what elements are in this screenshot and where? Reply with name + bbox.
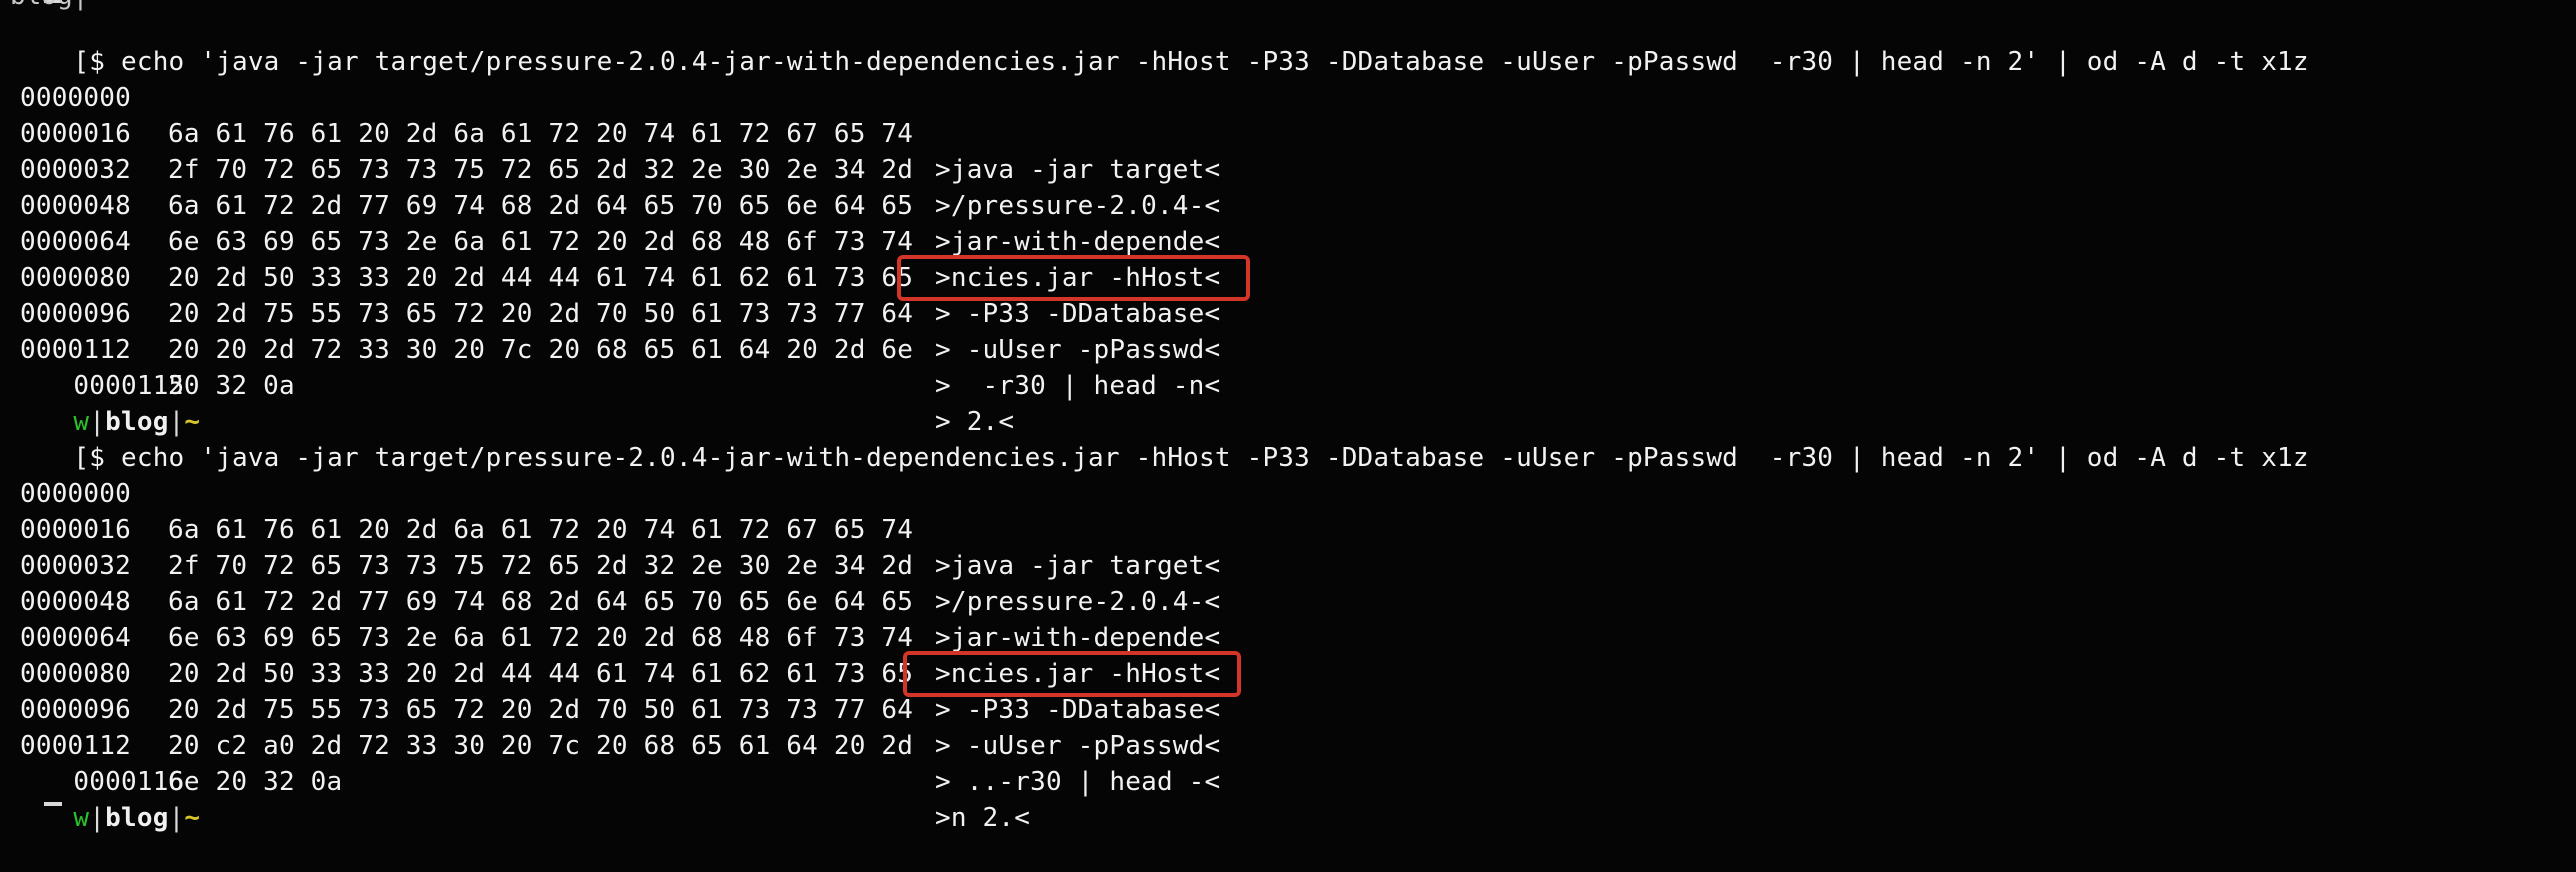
dump-end-offset: 0000115	[73, 371, 185, 401]
command-line-2: [$ echo 'java -jar target/pressure-2.0.4…	[10, 404, 2309, 473]
dump-hex: 20 2d 75 55 73 65 72 20 2d 70 50 61 73 7…	[168, 299, 914, 329]
dump-hex: 6a 61 72 2d 77 69 74 68 2d 64 65 70 65 6…	[168, 191, 914, 221]
shell-prompt: w|blog|~	[10, 368, 200, 437]
dump-row-highlighted: 0000096 20 c2 a0 2d 72 33 30 20 7c 20 68…	[10, 656, 1220, 797]
dump-ascii: > -r30 | head -n<	[935, 371, 1221, 401]
prompt-symbol: [$	[73, 443, 106, 473]
dump-row: 0000048 6e 63 69 65 73 2e 6a 61 72 20 2d…	[10, 548, 1220, 689]
dump-ascii: > -P33 -DDatabase<	[935, 299, 1221, 329]
command-text: echo 'java -jar target/pressure-2.0.4-ja…	[121, 47, 2309, 77]
dump-row: 0000112 6e 20 32 0a >n 2.<	[10, 692, 1030, 833]
highlight-box-first	[897, 255, 1250, 301]
prompt-user: w	[73, 803, 90, 833]
dump-row: 0000032 6a 61 72 2d 77 69 74 68 2d 64 65…	[10, 512, 1220, 653]
dump-hex: 20 20 2d 72 33 30 20 7c 20 68 65 61 64 2…	[168, 335, 914, 365]
dump-ascii: >java -jar target<	[935, 551, 1221, 581]
highlight-box-second	[903, 651, 1241, 697]
dump-ascii: >java -jar target<	[935, 155, 1221, 185]
dump-row: 0000032 6a 61 72 2d 77 69 74 68 2d 64 65…	[10, 116, 1220, 257]
prompt-tilde: ~	[184, 803, 201, 833]
dump-ascii: >/pressure-2.0.4-<	[935, 587, 1221, 617]
dump-ascii: > ..-r30 | head -<	[935, 767, 1221, 797]
dump-hex: 2f 70 72 65 73 73 75 72 65 2d 32 2e 30 2…	[168, 155, 914, 185]
dump-row: 0000000 6a 61 76 61 20 2d 6a 61 72 20 74…	[10, 440, 1220, 581]
prompt-symbol: [$	[73, 47, 106, 77]
dump-row: 0000000 6a 61 76 61 20 2d 6a 61 72 20 74…	[10, 44, 1220, 185]
dump-row: 0000080 20 2d 75 55 73 65 72 20 2d 70 50…	[10, 224, 1220, 365]
dump-row: 0000112 20 32 0a > 2.<	[10, 296, 1014, 437]
dump-row: 0000016 2f 70 72 65 73 73 75 72 65 2d 32…	[10, 80, 1220, 221]
dump-hex: 6e 63 69 65 73 2e 6a 61 72 20 2d 68 48 6…	[168, 227, 914, 257]
shell-prompt[interactable]: w|blog|~	[10, 764, 200, 833]
dump-row: 0000064 20 2d 50 33 33 20 2d 44 44 61 74…	[10, 584, 1220, 725]
dump-hex: 6e 63 69 65 73 2e 6a 61 72 20 2d 68 48 6…	[168, 623, 914, 653]
dump-ascii: >n 2.<	[935, 803, 1031, 833]
terminal-cursor	[44, 802, 62, 806]
prompt-separator: |	[168, 803, 185, 833]
dump-row: 0000016 2f 70 72 65 73 73 75 72 65 2d 32…	[10, 476, 1220, 617]
dump-hex: 20 2d 75 55 73 65 72 20 2d 70 50 61 73 7…	[168, 695, 914, 725]
dump-hex: 20 2d 50 33 33 20 2d 44 44 61 74 61 62 6…	[168, 263, 914, 293]
prompt-dir: blog	[105, 803, 169, 833]
dump-ascii: > -uUser -pPasswd<	[935, 731, 1221, 761]
dump-hex: 2f 70 72 65 73 73 75 72 65 2d 32 2e 30 2…	[168, 551, 914, 581]
dump-hex: 6a 61 76 61 20 2d 6a 61 72 20 74 61 72 6…	[168, 515, 914, 545]
dump-hex: 20 2d 50 33 33 20 2d 44 44 61 74 61 62 6…	[168, 659, 914, 689]
dump-row-highlighted: 0000096 20 20 2d 72 33 30 20 7c 20 68 65…	[10, 260, 1220, 401]
command-line-1: [$ echo 'java -jar target/pressure-2.0.4…	[10, 8, 2309, 77]
dump-hex: 6a 61 76 61 20 2d 6a 61 72 20 74 61 72 6…	[168, 119, 914, 149]
prompt-separator: |	[89, 803, 106, 833]
dump-ascii: > -P33 -DDatabase<	[935, 695, 1221, 725]
dump-end-offset: 0000116	[73, 767, 185, 797]
command-text: echo 'java -jar target/pressure-2.0.4-ja…	[121, 443, 2309, 473]
dump-row: 0000080 20 2d 75 55 73 65 72 20 2d 70 50…	[10, 620, 1220, 761]
dump-row: 0000048 6e 63 69 65 73 2e 6a 61 72 20 2d…	[10, 152, 1220, 293]
dump-ascii: > -uUser -pPasswd<	[935, 335, 1221, 365]
terminal-window[interactable]: blog| [$ echo 'java -jar target/pressure…	[0, 0, 2576, 833]
dump-hex: 6a 61 72 2d 77 69 74 68 2d 64 65 70 65 6…	[168, 587, 914, 617]
dump-ascii: >/pressure-2.0.4-<	[935, 191, 1221, 221]
dump-hex: 20 c2 a0 2d 72 33 30 20 7c 20 68 65 61 6…	[168, 731, 914, 761]
dump-row: 0000064 20 2d 50 33 33 20 2d 44 44 61 74…	[10, 188, 1220, 329]
